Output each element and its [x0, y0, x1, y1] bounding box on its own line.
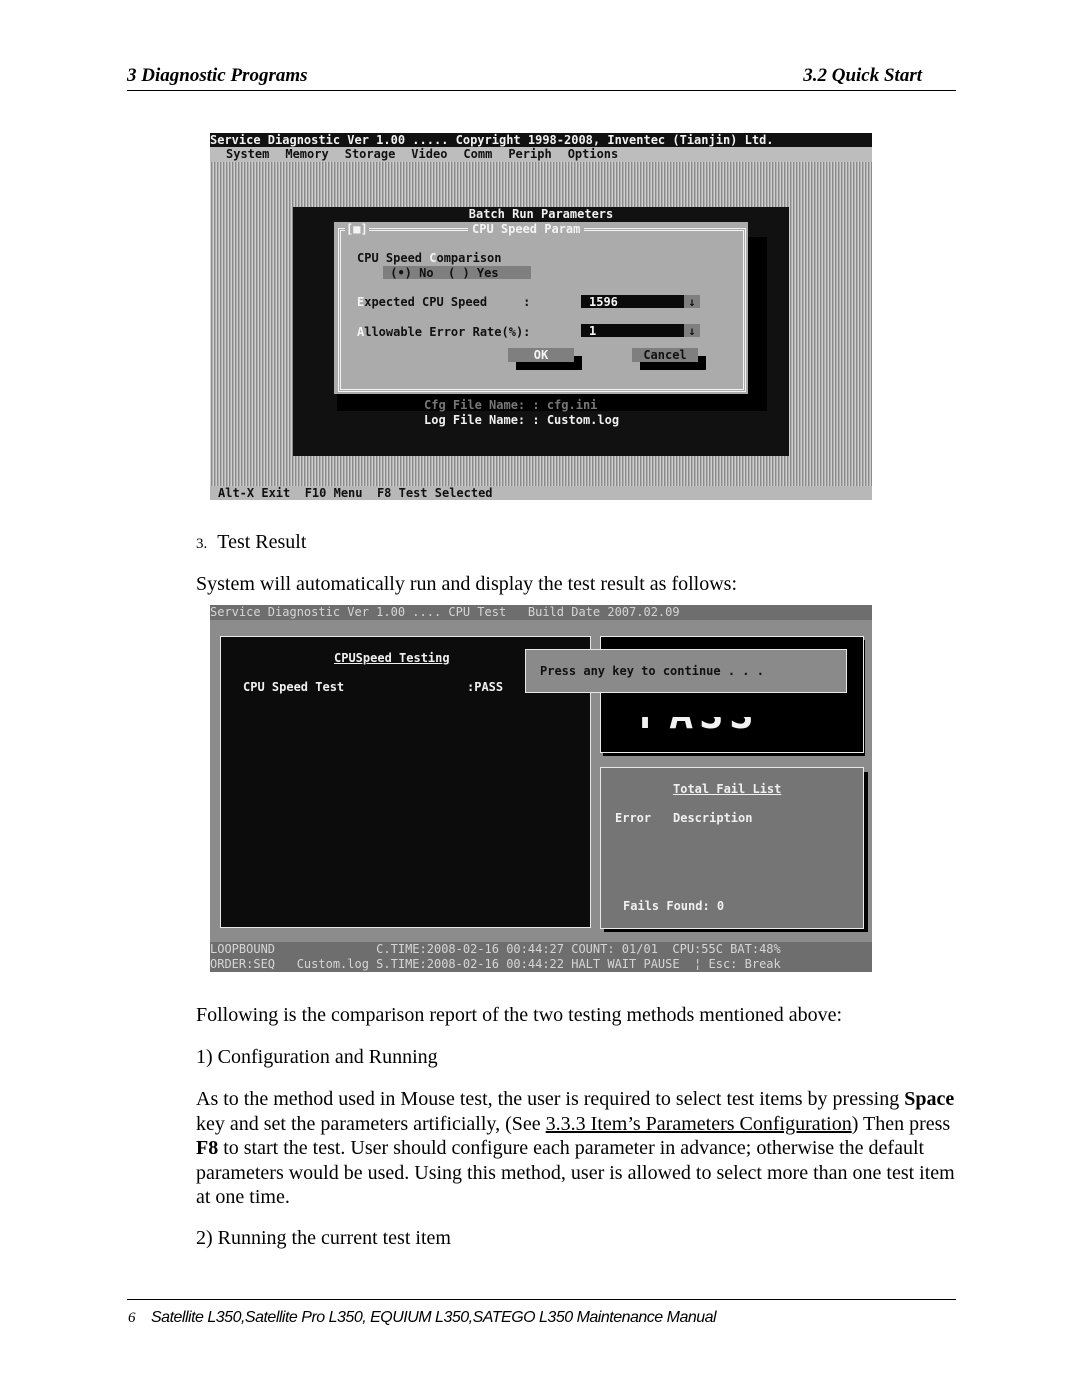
item-1-heading: 1) Configuration and Running	[196, 1046, 438, 1068]
fails-found-count: Fails Found: 0	[623, 899, 725, 913]
menu-comm[interactable]: Comm	[463, 147, 492, 161]
panel-heading: CPUSpeed Testing	[334, 651, 450, 665]
test-name: CPU Speed Test	[243, 680, 345, 694]
fail-list-heading: Total Fail List	[673, 782, 782, 796]
comparison-label: CPU Speed Comparison	[357, 251, 502, 265]
error-rate-input[interactable]: 1	[581, 324, 687, 338]
log-file-name: Log File Name: : Custom.log	[424, 413, 620, 427]
expected-speed-label: Expected CPU Speed :	[357, 295, 531, 309]
menu-bar: System Memory Storage Video Comm Periph Option…	[210, 147, 872, 162]
big-pass-text: PASS	[639, 692, 760, 738]
error-rate-label: Allowable Error Rate(%):	[357, 325, 531, 339]
ok-button[interactable]: OK	[508, 348, 574, 362]
cfg-file-name: Cfg File Name: : cfg.ini	[424, 398, 598, 412]
expected-speed-input[interactable]: 1596	[581, 295, 687, 309]
step-number: 3.	[196, 536, 208, 552]
menu-video[interactable]: Video	[411, 147, 447, 161]
cpu-test-result-screen: Service Diagnostic Ver 1.00 .... CPU Tes…	[210, 605, 872, 972]
space-key: Space	[904, 1088, 955, 1110]
menu-options[interactable]: Options	[568, 147, 619, 161]
column-description: Description	[673, 811, 753, 825]
app-title-bar: Service Diagnostic Ver 1.00 ..... Copyri…	[210, 133, 872, 147]
page-number: 6	[128, 1310, 136, 1326]
chapter-title: 3 Diagnostic Programs	[127, 65, 308, 86]
expected-speed-dropdown-icon[interactable]: ↓	[684, 295, 700, 309]
step-heading: 3. Test Result	[196, 531, 306, 554]
continue-popup[interactable]: Press any key to continue . . .	[525, 649, 847, 693]
continue-prompt: Press any key to continue . . .	[540, 664, 764, 678]
manual-title: Satellite L350,Satellite Pro L350, EQUIU…	[151, 1309, 717, 1326]
menu-periph[interactable]: Periph	[508, 147, 551, 161]
section-title: 3.2 Quick Start	[803, 65, 922, 86]
batch-run-screen: Service Diagnostic Ver 1.00 ..... Copyri…	[210, 133, 872, 500]
close-icon[interactable]: [■]	[345, 222, 369, 236]
status-line-1: LOOPBOUND C.TIME:2008-02-16 00:44:27 COU…	[210, 942, 872, 957]
comparison-radio-group[interactable]: (•) No ( ) Yes	[383, 266, 531, 280]
intro-text: System will automatically run and displa…	[196, 573, 738, 595]
item-2-heading: 2) Running the current test item	[196, 1227, 451, 1249]
method-paragraph: As to the method used in Mouse test, the…	[196, 1088, 955, 1209]
fail-list-panel: Total Fail List Error Description Fails …	[600, 767, 864, 929]
dialog-title: CPU Speed Param	[468, 222, 585, 236]
menu-storage[interactable]: Storage	[345, 147, 396, 161]
cpu-speed-dialog: [■] CPU Speed Param CPU Speed Comparison…	[334, 222, 748, 394]
app-title-bar: Service Diagnostic Ver 1.00 .... CPU Tes…	[210, 605, 872, 620]
comparison-intro: Following is the comparison report of th…	[196, 1004, 843, 1026]
menu-memory[interactable]: Memory	[285, 147, 328, 161]
error-rate-dropdown-icon[interactable]: ↓	[684, 324, 700, 338]
column-error: Error	[615, 811, 652, 825]
test-result: :PASS	[467, 680, 504, 694]
page-header: 3 Diagnostic Programs 3.2 Quick Start	[127, 64, 956, 91]
step-title: Test Result	[217, 531, 307, 553]
batch-run-panel: Batch Run Parameters [■] CPU Speed Param…	[293, 207, 789, 456]
status-bar: Alt-X Exit F10 Menu F8 Test Selected	[210, 486, 872, 500]
cancel-button[interactable]: Cancel	[632, 348, 698, 362]
status-line-2: ORDER:SEQ Custom.log S.TIME:2008-02-16 0…	[210, 957, 872, 972]
menu-system[interactable]: System	[226, 147, 269, 161]
f8-key: F8	[196, 1137, 219, 1160]
item-parameters-link[interactable]: 3.3.3 Item’s Parameters Configuration	[546, 1113, 852, 1135]
batch-title: Batch Run Parameters	[468, 207, 614, 221]
page-footer: 6 Satellite L350,Satellite Pro L350, EQU…	[127, 1299, 956, 1326]
